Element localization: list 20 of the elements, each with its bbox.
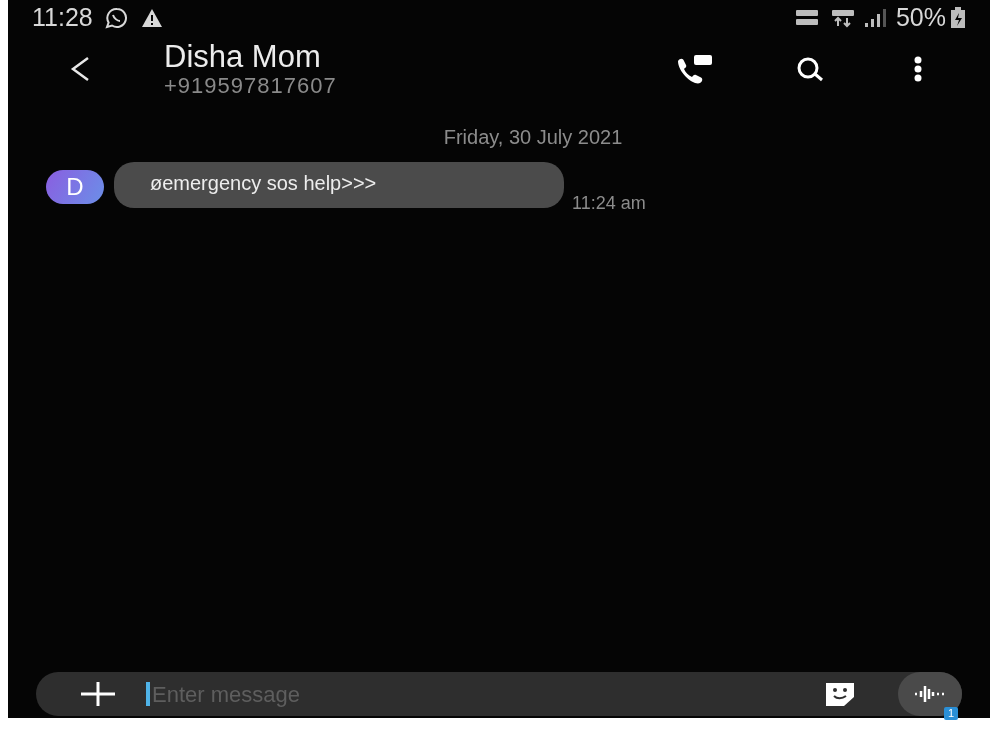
battery-percent: 50% <box>895 2 946 34</box>
phone-number: +919597817607 <box>164 74 337 98</box>
battery-icon <box>950 7 966 29</box>
waveform-icon <box>913 684 947 704</box>
back-icon <box>69 55 91 83</box>
warning-icon <box>140 8 163 28</box>
chat-bubble-icon <box>104 7 129 29</box>
plus-icon <box>81 682 115 706</box>
message-bubble: øemergency sos help>>> <box>114 162 564 208</box>
contact-avatar: D <box>46 170 104 204</box>
sim-badge: 1 <box>943 707 958 720</box>
more-icon <box>914 56 922 82</box>
contact-name: Disha Mom <box>164 40 322 74</box>
search-icon <box>795 55 825 83</box>
voice-button[interactable] <box>898 672 962 716</box>
date-divider: Friday, 30 July 2021 <box>443 125 623 150</box>
status-time: 11:28 <box>32 2 93 34</box>
sticker-icon <box>824 681 856 707</box>
signal-icon <box>863 9 888 27</box>
message-time: 11:24 am <box>572 192 646 215</box>
